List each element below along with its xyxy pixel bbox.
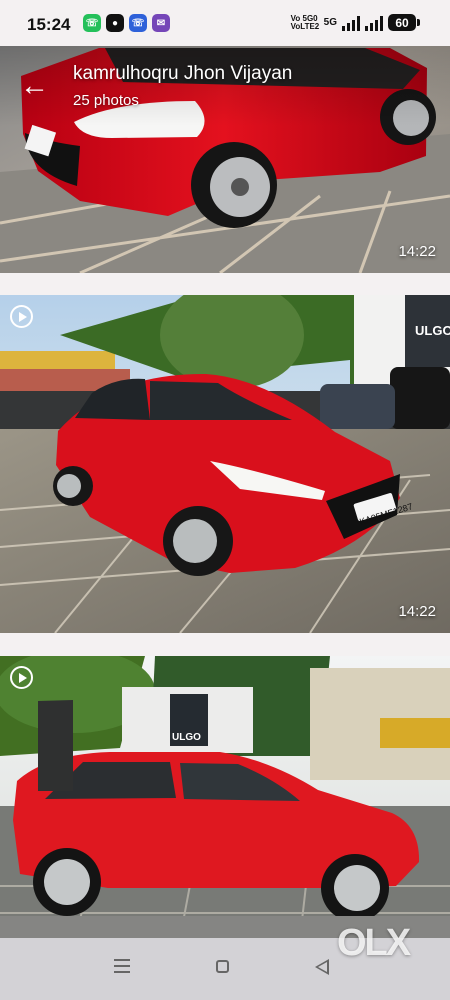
video-thumbnail-3[interactable]: ULGO [0, 656, 450, 938]
messaging-icon: ✉ [152, 14, 170, 32]
signal-strength-icon [342, 14, 360, 31]
video-play-icon[interactable] [10, 305, 33, 328]
photo-timestamp: 14:22 [398, 243, 436, 260]
chat-icon: ● [106, 14, 124, 32]
watermark: OLX [337, 922, 411, 964]
album-header [0, 46, 450, 126]
dealer-sign-text-2: ULGO [172, 732, 201, 743]
whatsapp-icon: ☏ [83, 14, 101, 32]
video-play-icon-2[interactable] [10, 666, 33, 689]
album-title: kamrulhoqru Jhon Vijayan [73, 63, 293, 84]
status-bar: 15:24 ☏ ● ☏ ✉ Vo 5G0 VoLTE2 5G 60 [0, 0, 450, 46]
red-car-side-front-photo: ULGO KA05MF1287 [0, 295, 450, 633]
phone-app-icon: ☏ [129, 14, 147, 32]
back-icon[interactable] [315, 959, 329, 975]
signal-strength-icon-2 [365, 14, 383, 31]
back-arrow-icon[interactable]: ← [20, 72, 50, 101]
video-thumbnail-2[interactable]: ULGO KA05MF1287 14:22 [0, 295, 450, 633]
status-time: 15:24 [27, 15, 71, 34]
red-car-side-photo: ULGO [0, 656, 450, 938]
status-indicators: Vo 5G0 VoLTE2 5G 60 [290, 13, 420, 31]
network-type: 5G [323, 17, 337, 28]
dealer-sign-text: ULGO [415, 323, 450, 338]
video-timestamp: 14:22 [398, 603, 436, 620]
menu-icon[interactable] [114, 959, 130, 974]
network-label: Vo 5G0 VoLTE2 [290, 13, 320, 31]
battery-indicator: 60 [388, 14, 420, 31]
home-icon[interactable] [216, 960, 229, 973]
notification-icons: ☏ ● ☏ ✉ [83, 14, 170, 32]
photo-count: 25 photos [73, 92, 139, 109]
